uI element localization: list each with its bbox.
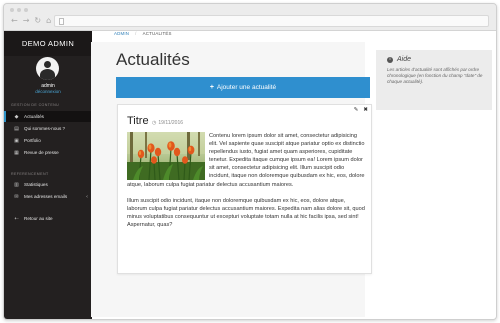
sidebar-item-label: Qui sommes-nous ? [24, 126, 66, 131]
sidebar-item-label: Mes adresses emails [24, 194, 68, 199]
window-dot-icon[interactable] [10, 8, 14, 12]
sidebar-item-statistiques[interactable]: ▥ Statistiques [4, 179, 92, 190]
email-icon: ✉ [14, 193, 19, 200]
sidebar-item-actualites[interactable]: ◆ Actualités [4, 111, 92, 122]
info-icon: i [387, 56, 393, 63]
forward-arrow-icon[interactable]: → [23, 16, 30, 26]
sidebar-item-qui-sommes-nous[interactable]: ▤ Qui sommes-nous ? [4, 123, 92, 134]
chevron-left-icon: ‹ [86, 193, 88, 200]
avatar-icon [36, 57, 59, 80]
news-title: Titre [127, 115, 149, 127]
plus-icon: + [209, 84, 214, 91]
breadcrumb-home[interactable]: ADMIN [114, 31, 129, 36]
browser-toolbar: ← → ↻ ⌂ [4, 4, 496, 31]
breadcrumb: ADMIN / ACTUALITÉS [114, 31, 172, 36]
sidebar-item-label: Actualités [24, 114, 44, 119]
card-actions: ✎ ✖ [354, 107, 368, 113]
back-arrow-icon[interactable]: ← [11, 16, 18, 26]
window-dot-icon[interactable] [24, 8, 28, 12]
window-controls [10, 8, 28, 12]
reload-icon[interactable]: ↻ [34, 16, 41, 26]
sidebar-item-revue-de-presse[interactable]: ▦ Revue de presse [4, 147, 92, 158]
help-panel: i Aide Les articles d'actualité sont aff… [376, 50, 492, 110]
breadcrumb-current: ACTUALITÉS [142, 31, 172, 36]
news-date: ◷ 19/11/2016 [152, 120, 184, 126]
chart-icon: ▥ [14, 181, 19, 188]
sidebar-item-adresses-emails[interactable]: ✉ Mes adresses emails ‹ [4, 191, 92, 202]
sidebar-item-portfolio[interactable]: ▣ Portfolio [4, 135, 92, 146]
page-title: Actualités [116, 50, 190, 69]
edit-pencil-icon[interactable]: ✎ [354, 107, 359, 113]
sidebar-item-retour-site[interactable]: ⇠ Retour au site [4, 213, 92, 224]
sidebar: DEMO ADMIN admin déconnexion GESTION DE … [4, 31, 92, 319]
sidebar-item-label: Retour au site [24, 216, 53, 221]
help-text: Les articles d'actualité sont affichés p… [387, 67, 483, 84]
clock-icon: ◷ [152, 120, 157, 126]
news-content: Contenu lorem ipsum dolor sit amet, cons… [127, 132, 365, 237]
home-icon[interactable]: ⌂ [46, 16, 51, 26]
tag-icon: ◆ [14, 113, 19, 120]
newspaper-icon: ▦ [14, 149, 19, 156]
section-label-content: GESTION DE CONTENU [11, 103, 60, 107]
delete-close-icon[interactable]: ✖ [363, 107, 368, 113]
address-bar[interactable] [54, 15, 489, 27]
sidebar-item-label: Portfolio [24, 138, 41, 143]
help-title: i Aide [387, 56, 411, 63]
section-label-seo: REFERENCEMENT [11, 172, 49, 176]
arrow-left-icon: ⇠ [14, 215, 19, 222]
sidebar-item-label: Revue de presse [24, 150, 59, 155]
brand-title: DEMO ADMIN [4, 31, 92, 56]
logout-link[interactable]: déconnexion [4, 89, 92, 94]
page-icon [59, 18, 64, 25]
add-news-label: Ajouter une actualité [216, 84, 277, 91]
add-news-button[interactable]: + Ajouter une actualité [116, 77, 370, 98]
browser-nav-buttons: ← → ↻ ⌂ [11, 16, 51, 26]
window-dot-icon[interactable] [17, 8, 21, 12]
image-icon: ▣ [14, 137, 19, 144]
news-card: ✎ ✖ Titre ◷ 19/11/2016 Contenu lorem ips… [117, 104, 372, 274]
news-paragraph: Illum suscipit odio incidunt, itaque non… [127, 197, 365, 228]
sidebar-item-label: Statistiques [24, 182, 48, 187]
document-icon: ▤ [14, 125, 19, 132]
